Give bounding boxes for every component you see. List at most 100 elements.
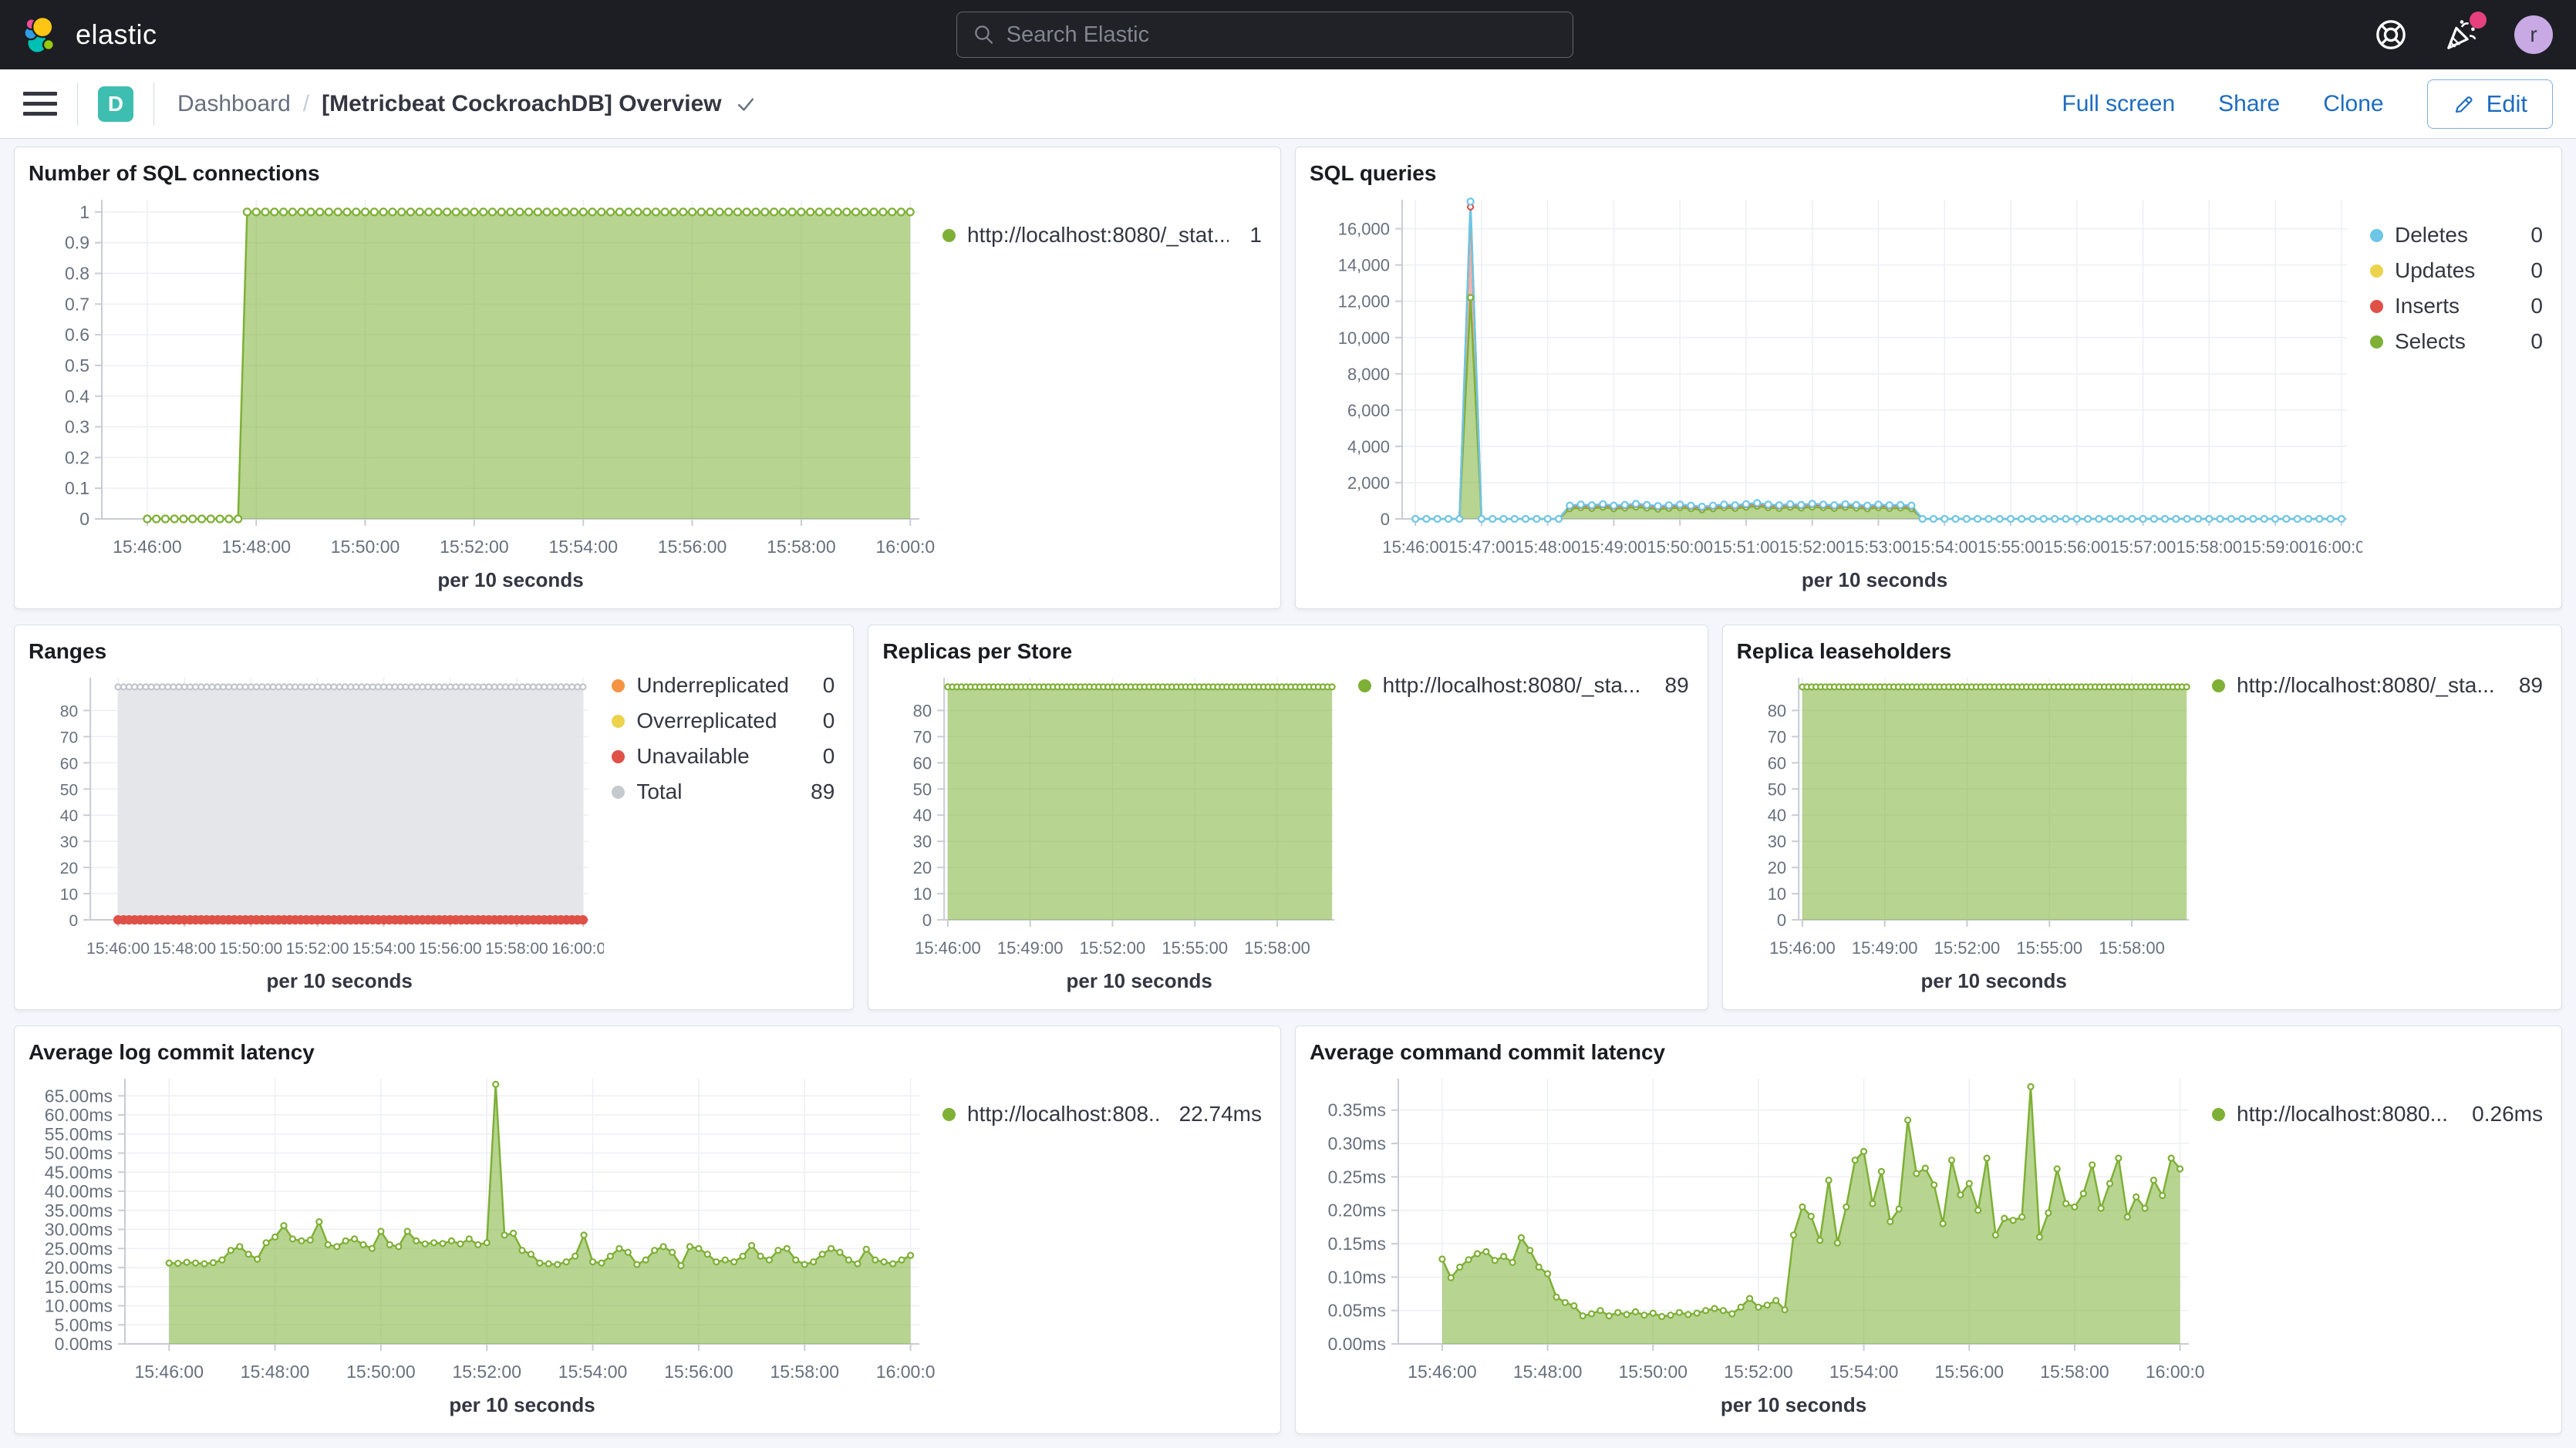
svg-text:15:48:00: 15:48:00 bbox=[153, 940, 216, 958]
legend-item[interactable]: Updates0 bbox=[2370, 258, 2543, 283]
legend-item[interactable]: Unavailable0 bbox=[612, 744, 835, 769]
svg-text:15:56:00: 15:56:00 bbox=[1935, 1362, 2004, 1382]
svg-text:10.00ms: 10.00ms bbox=[45, 1296, 113, 1316]
svg-text:15.00ms: 15.00ms bbox=[45, 1277, 113, 1297]
svg-text:60: 60 bbox=[913, 753, 932, 773]
replica-leaseholders-chart[interactable]: 8070605040302010015:46:0015:49:0015:52:0… bbox=[1737, 665, 2204, 1003]
search-input[interactable] bbox=[1006, 22, 1557, 48]
legend-dot-icon bbox=[2370, 300, 2383, 313]
svg-text:0.7: 0.7 bbox=[65, 294, 89, 314]
legend-value: 89 bbox=[2519, 673, 2543, 698]
legend-value: 22.74ms bbox=[1179, 1102, 1262, 1126]
fullscreen-link[interactable]: Full screen bbox=[2062, 91, 2175, 117]
legend-value: 89 bbox=[811, 780, 835, 804]
legend-label: Unavailable bbox=[636, 744, 801, 769]
svg-text:16:00:00: 16:00:00 bbox=[2146, 1362, 2204, 1382]
svg-text:15:46:00: 15:46:00 bbox=[915, 938, 981, 958]
ranges-chart[interactable]: 8070605040302010015:46:0015:48:0015:50:0… bbox=[29, 665, 604, 1003]
menu-button[interactable] bbox=[23, 87, 57, 121]
global-search[interactable] bbox=[956, 12, 1573, 58]
svg-text:0.35ms: 0.35ms bbox=[1328, 1100, 1386, 1120]
legend-value: 0 bbox=[2530, 329, 2543, 354]
legend-dot-icon bbox=[612, 750, 625, 763]
svg-text:40: 40 bbox=[913, 806, 932, 825]
svg-text:15:50:00: 15:50:00 bbox=[1619, 1362, 1688, 1382]
breadcrumb-separator: / bbox=[303, 91, 309, 117]
svg-text:0.20ms: 0.20ms bbox=[1328, 1200, 1386, 1221]
panel-title: Replicas per Store bbox=[882, 639, 1693, 664]
legend-item[interactable]: Overreplicated0 bbox=[612, 709, 835, 733]
svg-text:per 10 seconds: per 10 seconds bbox=[449, 1393, 595, 1416]
user-avatar[interactable]: r bbox=[2514, 15, 2553, 54]
legend-item[interactable]: Deletes0 bbox=[2370, 223, 2543, 248]
dashboard-badge[interactable]: D bbox=[98, 86, 133, 122]
command-commit-latency-chart[interactable]: 0.35ms0.30ms0.25ms0.20ms0.15ms0.10ms0.05… bbox=[1310, 1066, 2204, 1427]
sql-connections-chart[interactable]: 10.90.80.70.60.50.40.30.20.1015:46:0015:… bbox=[29, 187, 935, 602]
legend-item[interactable]: http://localhost:8080/_sta...89 bbox=[2212, 673, 2543, 698]
legend-dot-icon bbox=[2212, 679, 2225, 692]
legend-label: Underreplicated bbox=[636, 673, 801, 698]
legend-dot-icon bbox=[2370, 229, 2383, 242]
svg-text:2,000: 2,000 bbox=[1347, 473, 1390, 493]
legend-item[interactable]: http://localhost:808...22.74ms bbox=[942, 1102, 1262, 1126]
panel-replica-leaseholders: Replica leaseholders 8070605040302010015… bbox=[1722, 625, 2562, 1010]
sql-queries-chart[interactable]: 16,00014,00012,00010,0008,0006,0004,0002… bbox=[1310, 187, 2362, 602]
svg-text:15:54:00: 15:54:00 bbox=[558, 1362, 628, 1382]
svg-text:15:49:00: 15:49:00 bbox=[1581, 537, 1647, 557]
check-icon[interactable] bbox=[734, 93, 757, 116]
legend-value: 0 bbox=[2530, 294, 2543, 318]
breadcrumb-dashboard[interactable]: Dashboard bbox=[177, 91, 291, 117]
svg-text:30.00ms: 30.00ms bbox=[45, 1220, 113, 1240]
svg-text:15:48:00: 15:48:00 bbox=[1515, 537, 1581, 557]
svg-text:0: 0 bbox=[1777, 911, 1786, 930]
svg-text:10,000: 10,000 bbox=[1338, 328, 1390, 348]
svg-text:15:58:00: 15:58:00 bbox=[2099, 938, 2165, 958]
panel-title: Replica leaseholders bbox=[1737, 639, 2547, 664]
svg-text:16:00:00: 16:00:00 bbox=[2308, 537, 2362, 557]
svg-text:15:50:00: 15:50:00 bbox=[1647, 537, 1713, 557]
svg-text:40: 40 bbox=[1767, 806, 1785, 825]
svg-text:12,000: 12,000 bbox=[1338, 292, 1390, 311]
svg-text:15:49:00: 15:49:00 bbox=[997, 938, 1064, 958]
svg-text:15:54:00: 15:54:00 bbox=[1911, 537, 1978, 557]
help-button[interactable] bbox=[2372, 16, 2409, 53]
svg-text:0.05ms: 0.05ms bbox=[1328, 1301, 1386, 1321]
svg-text:10: 10 bbox=[1767, 884, 1785, 904]
legend-item[interactable]: http://localhost:8080/_sta...89 bbox=[1358, 673, 1689, 698]
share-link[interactable]: Share bbox=[2218, 91, 2280, 117]
legend-item[interactable]: Inserts0 bbox=[2370, 294, 2543, 318]
legend-item[interactable]: Underreplicated0 bbox=[612, 673, 835, 698]
svg-text:15:56:00: 15:56:00 bbox=[419, 940, 482, 958]
elastic-logo-icon bbox=[23, 15, 63, 55]
legend-label: Total bbox=[636, 780, 790, 804]
legend-item[interactable]: http://localhost:8080...0.26ms bbox=[2212, 1102, 2543, 1126]
legend-label: Overreplicated bbox=[636, 709, 801, 733]
svg-text:15:46:00: 15:46:00 bbox=[1382, 537, 1448, 557]
svg-text:per 10 seconds: per 10 seconds bbox=[1067, 969, 1212, 992]
elastic-logo[interactable]: elastic bbox=[23, 15, 157, 55]
svg-text:16,000: 16,000 bbox=[1338, 220, 1390, 239]
svg-text:16:00:00: 16:00:00 bbox=[875, 537, 935, 557]
svg-text:70: 70 bbox=[60, 729, 78, 746]
svg-text:15:58:00: 15:58:00 bbox=[2176, 537, 2243, 557]
svg-text:15:53:00: 15:53:00 bbox=[1846, 537, 1912, 557]
edit-button[interactable]: Edit bbox=[2427, 79, 2553, 129]
svg-text:60: 60 bbox=[60, 755, 78, 773]
svg-text:15:58:00: 15:58:00 bbox=[485, 940, 548, 958]
legend-dot-icon bbox=[1358, 679, 1371, 692]
legend-item[interactable]: http://localhost:8080/_stat...1 bbox=[942, 223, 1262, 248]
svg-text:10: 10 bbox=[913, 884, 932, 904]
newsfeed-button[interactable] bbox=[2443, 16, 2480, 53]
svg-text:50: 50 bbox=[1767, 780, 1785, 799]
svg-text:40: 40 bbox=[60, 807, 78, 825]
replicas-per-store-chart[interactable]: 8070605040302010015:46:0015:49:0015:52:0… bbox=[882, 665, 1350, 1003]
clone-link[interactable]: Clone bbox=[2323, 91, 2383, 117]
log-commit-latency-chart[interactable]: 65.00ms60.00ms55.00ms50.00ms45.00ms40.00… bbox=[29, 1066, 935, 1427]
svg-text:1: 1 bbox=[79, 202, 89, 222]
legend-item[interactable]: Total 89 bbox=[612, 780, 835, 804]
chart-legend: http://localhost:8080/_stat...1 bbox=[935, 187, 1266, 602]
svg-text:15:49:00: 15:49:00 bbox=[1852, 938, 1918, 958]
svg-text:15:58:00: 15:58:00 bbox=[1245, 938, 1311, 958]
legend-item[interactable]: Selects0 bbox=[2370, 329, 2543, 354]
svg-text:30: 30 bbox=[913, 832, 932, 851]
